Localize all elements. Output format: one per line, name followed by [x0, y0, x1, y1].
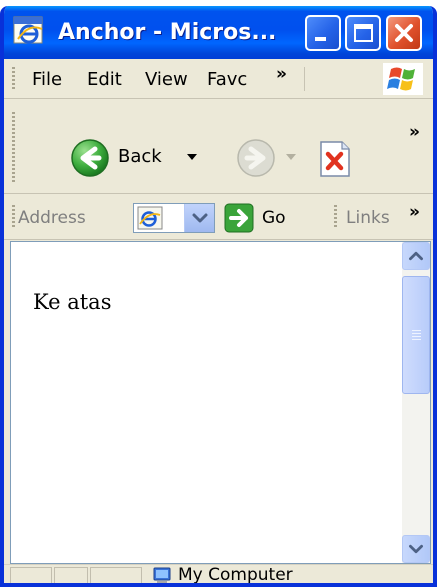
toolbar-grip[interactable] [12, 112, 15, 182]
menu-favorites[interactable]: Favc [207, 69, 247, 90]
page-viewport[interactable]: Ke atas [10, 241, 431, 564]
scroll-up-button[interactable] [402, 242, 430, 270]
chevron-down-icon [192, 213, 208, 223]
my-computer-icon [153, 567, 171, 583]
internet-explorer-icon [13, 16, 43, 44]
links-grip[interactable] [334, 205, 337, 229]
back-arrow-icon[interactable] [70, 138, 110, 178]
address-label: Address [18, 208, 86, 228]
menu-bar: File Edit View Favc » [4, 59, 433, 99]
address-grip[interactable] [12, 205, 15, 229]
standard-toolbar: Back » [4, 100, 433, 194]
scroll-thumb[interactable] [402, 276, 430, 394]
title-bar[interactable]: Anchor - Micros... [4, 6, 433, 59]
status-zone-label: My Computer [178, 565, 293, 585]
page-body-text: Ke atas [33, 290, 112, 314]
thumb-grip-line [412, 336, 421, 337]
status-pane-security [54, 567, 88, 583]
address-input[interactable] [133, 203, 215, 233]
minimize-button[interactable] [305, 15, 341, 51]
back-dropdown-icon[interactable] [187, 154, 197, 160]
vertical-scrollbar[interactable] [402, 242, 430, 563]
status-pane-privacy [90, 567, 142, 583]
links-overflow-chevron[interactable]: » [409, 202, 420, 222]
menu-grip[interactable] [12, 67, 15, 91]
address-dropdown-button[interactable] [184, 204, 214, 232]
menu-overflow-chevron[interactable]: » [276, 64, 287, 84]
page-icon [137, 206, 163, 230]
status-pane-progress [10, 567, 52, 583]
stop-icon[interactable] [318, 140, 352, 178]
thumb-grip-line [412, 339, 421, 340]
window-title: Anchor - Micros... [58, 20, 277, 45]
windows-logo-icon [383, 63, 423, 95]
thumb-grip-line [412, 333, 421, 334]
minimize-icon [315, 37, 326, 41]
forward-dropdown-icon[interactable] [286, 154, 296, 160]
ie-window: Anchor - Micros... File Edit View Favc » [0, 6, 437, 587]
menu-separator [304, 67, 307, 91]
scroll-down-button[interactable] [402, 535, 430, 563]
menu-view[interactable]: View [145, 69, 188, 90]
menu-file[interactable]: File [32, 69, 62, 90]
go-button-label[interactable]: Go [262, 208, 286, 228]
thumb-grip-line [412, 330, 421, 331]
back-button-label[interactable]: Back [118, 146, 162, 167]
go-arrow-icon[interactable] [224, 203, 254, 233]
chevron-down-icon [409, 544, 423, 554]
address-bar: Address Go Links » [4, 195, 433, 240]
maximize-icon [354, 24, 373, 42]
maximize-button[interactable] [345, 15, 381, 51]
toolbar-overflow-chevron[interactable]: » [409, 122, 420, 142]
chevron-up-icon [409, 251, 423, 261]
close-button[interactable] [386, 15, 422, 51]
forward-arrow-icon[interactable] [236, 138, 276, 178]
close-icon [395, 24, 413, 42]
status-bar: My Computer [4, 564, 433, 583]
menu-edit[interactable]: Edit [87, 69, 122, 90]
links-label[interactable]: Links [346, 208, 390, 228]
